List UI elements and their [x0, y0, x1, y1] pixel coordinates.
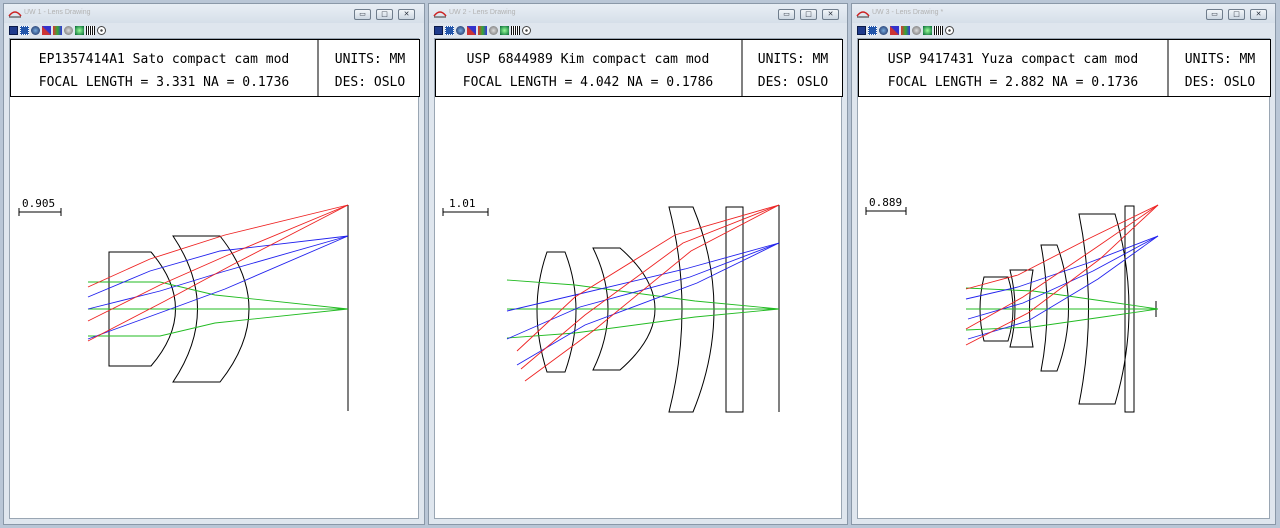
drawing-canvas[interactable]: USP 6844989 Kim compact cam mod FOCAL LE… — [434, 38, 843, 519]
drawing-canvas[interactable]: USP 9417431 Yuza compact cam mod FOCAL L… — [857, 38, 1271, 519]
lens-elements — [536, 205, 780, 413]
lens-icon[interactable] — [9, 26, 18, 35]
grid-icon[interactable] — [445, 26, 454, 35]
window-title: UW 1 - Lens Drawing — [24, 9, 91, 16]
bars-icon[interactable] — [86, 26, 95, 35]
lens-drawing: USP 9417431 Yuza compact cam mod FOCAL L… — [858, 39, 1271, 413]
ray-fan-icon[interactable] — [890, 26, 899, 35]
spot-icon[interactable] — [31, 26, 40, 35]
sphere-icon[interactable] — [912, 26, 921, 35]
scale-bar: 1.01 — [442, 197, 489, 216]
lens-icon[interactable] — [434, 26, 443, 35]
units-label: UNITS: MM — [1185, 52, 1256, 67]
oslo-app-icon — [433, 11, 447, 18]
close-button[interactable]: ✕ — [398, 9, 415, 20]
lens-drawing-window-3[interactable]: UW 3 - Lens Drawing * ▭ □ ✕ USP 9417431 … — [851, 3, 1276, 525]
maximize-button[interactable]: □ — [1228, 9, 1245, 20]
focal-length-na: FOCAL LENGTH = 3.331 NA = 0.1736 — [39, 75, 289, 90]
sphere-icon[interactable] — [489, 26, 498, 35]
minimize-button[interactable]: ▭ — [778, 9, 795, 20]
wave-icon[interactable] — [500, 26, 509, 35]
target-icon[interactable] — [945, 26, 954, 35]
wave-icon[interactable] — [75, 26, 84, 35]
title-bar[interactable]: UW 2 - Lens Drawing ▭ □ ✕ — [429, 4, 847, 23]
minimize-button[interactable]: ▭ — [1206, 9, 1223, 20]
axial-rays — [965, 287, 1159, 331]
mid-field-rays — [87, 235, 349, 340]
lens-elements — [108, 205, 349, 411]
edge-field-rays — [965, 204, 1159, 346]
designer-label: DES: OSLO — [1185, 75, 1256, 90]
lens-icon[interactable] — [857, 26, 866, 35]
title-bar[interactable]: UW 1 - Lens Drawing ▭ □ ✕ — [4, 4, 424, 23]
lens-drawing-window-1[interactable]: UW 1 - Lens Drawing ▭ □ ✕ EP1357414A1 Sa… — [3, 3, 425, 525]
scale-bar: 0.889 — [865, 196, 907, 215]
target-icon[interactable] — [522, 26, 531, 35]
color-icon[interactable] — [53, 26, 62, 35]
minimize-button[interactable]: ▭ — [354, 9, 371, 20]
sphere-icon[interactable] — [64, 26, 73, 35]
units-label: UNITS: MM — [335, 52, 406, 67]
scale-value: 0.889 — [869, 196, 902, 209]
cover-glass — [725, 206, 744, 413]
edge-field-rays — [87, 204, 349, 342]
ray-fan — [965, 204, 1159, 346]
lens-element-3 — [1040, 244, 1069, 372]
lens-title: USP 6844989 Kim compact cam mod — [467, 52, 710, 67]
title-bar[interactable]: UW 3 - Lens Drawing * ▭ □ ✕ — [852, 4, 1275, 23]
window-title: UW 2 - Lens Drawing — [449, 9, 516, 16]
close-button[interactable]: ✕ — [822, 9, 839, 20]
spot-icon[interactable] — [456, 26, 465, 35]
grid-icon[interactable] — [20, 26, 29, 35]
bars-icon[interactable] — [934, 26, 943, 35]
lens-drawing: USP 6844989 Kim compact cam mod FOCAL LE… — [435, 39, 843, 413]
axial-rays — [88, 281, 349, 337]
ray-fan — [87, 204, 349, 342]
oslo-app-icon — [856, 11, 870, 18]
ray-fan-icon[interactable] — [467, 26, 476, 35]
window-title: UW 3 - Lens Drawing * — [872, 9, 944, 16]
lens-title: USP 9417431 Yuza compact cam mod — [888, 52, 1138, 67]
ray-fan-icon[interactable] — [42, 26, 51, 35]
lens-drawing: EP1357414A1 Sato compact cam mod FOCAL L… — [10, 39, 420, 411]
axial-rays — [506, 279, 780, 339]
scale-bar: 0.905 — [18, 197, 62, 216]
designer-label: DES: OSLO — [335, 75, 406, 90]
focal-length-na: FOCAL LENGTH = 2.882 NA = 0.1736 — [888, 75, 1138, 90]
focal-length-na: FOCAL LENGTH = 4.042 NA = 0.1786 — [463, 75, 713, 90]
maximize-button[interactable]: □ — [800, 9, 817, 20]
scale-value: 1.01 — [449, 197, 476, 210]
lens-element-1 — [536, 251, 577, 373]
wave-icon[interactable] — [923, 26, 932, 35]
lens-element-3 — [668, 206, 715, 413]
grid-icon[interactable] — [868, 26, 877, 35]
bars-icon[interactable] — [511, 26, 520, 35]
color-icon[interactable] — [478, 26, 487, 35]
close-button[interactable]: ✕ — [1250, 9, 1267, 20]
lens-title: EP1357414A1 Sato compact cam mod — [39, 52, 289, 67]
ray-fan — [506, 204, 780, 382]
units-label: UNITS: MM — [758, 52, 829, 67]
target-icon[interactable] — [97, 26, 106, 35]
designer-label: DES: OSLO — [758, 75, 829, 90]
color-icon[interactable] — [901, 26, 910, 35]
maximize-button[interactable]: □ — [376, 9, 393, 20]
spot-icon[interactable] — [879, 26, 888, 35]
scale-value: 0.905 — [22, 197, 55, 210]
edge-field-rays — [516, 204, 780, 382]
oslo-app-icon — [8, 11, 22, 18]
drawing-canvas[interactable]: EP1357414A1 Sato compact cam mod FOCAL L… — [9, 38, 420, 519]
lens-drawing-window-2[interactable]: UW 2 - Lens Drawing ▭ □ ✕ USP 6844989 Ki… — [428, 3, 848, 525]
